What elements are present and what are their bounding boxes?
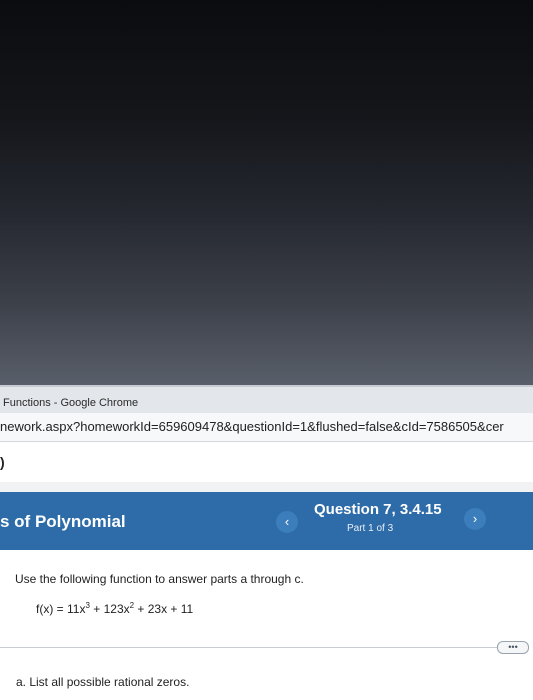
window-titlebar: Functions - Google Chrome: [0, 385, 533, 413]
function-part: + 123x: [89, 602, 130, 616]
next-question-button[interactable]: ›: [464, 508, 486, 530]
browser-window: Functions - Google Chrome nework.aspx?ho…: [0, 385, 533, 700]
chevron-left-icon: ‹: [284, 514, 290, 529]
window-title: Functions - Google Chrome: [3, 397, 139, 409]
url-text[interactable]: nework.aspx?homeworkId=659609478&questio…: [0, 419, 504, 434]
section-divider: [0, 647, 500, 648]
part-a-prompt: a. List all possible rational zeros.: [16, 675, 190, 689]
topic-title: s of Polynomial: [0, 512, 126, 531]
question-title: Question 7, 3.4.15: [314, 501, 442, 518]
address-bar[interactable]: nework.aspx?homeworkId=659609478&questio…: [0, 413, 533, 442]
app-header-text: ): [0, 454, 5, 470]
monitor-dark-area: [0, 0, 533, 388]
question-content: Use the following function to answer par…: [0, 550, 533, 700]
function-part: f(x) = 11x: [36, 602, 86, 616]
function-expression: f(x) = 11x3 + 123x2 + 23x + 11: [36, 601, 193, 616]
chevron-right-icon: ›: [472, 511, 478, 526]
function-part: + 23x + 11: [134, 602, 194, 616]
more-options-button[interactable]: •••: [497, 641, 529, 654]
ellipsis-icon: •••: [508, 642, 518, 652]
question-part-label: Part 1 of 3: [347, 523, 394, 534]
instructions-text: Use the following function to answer par…: [15, 572, 304, 586]
app-header: ): [0, 442, 533, 482]
previous-question-button[interactable]: ‹: [276, 511, 298, 533]
question-bar: s of Polynomial ‹ Question 7, 3.4.15 Par…: [0, 492, 533, 550]
